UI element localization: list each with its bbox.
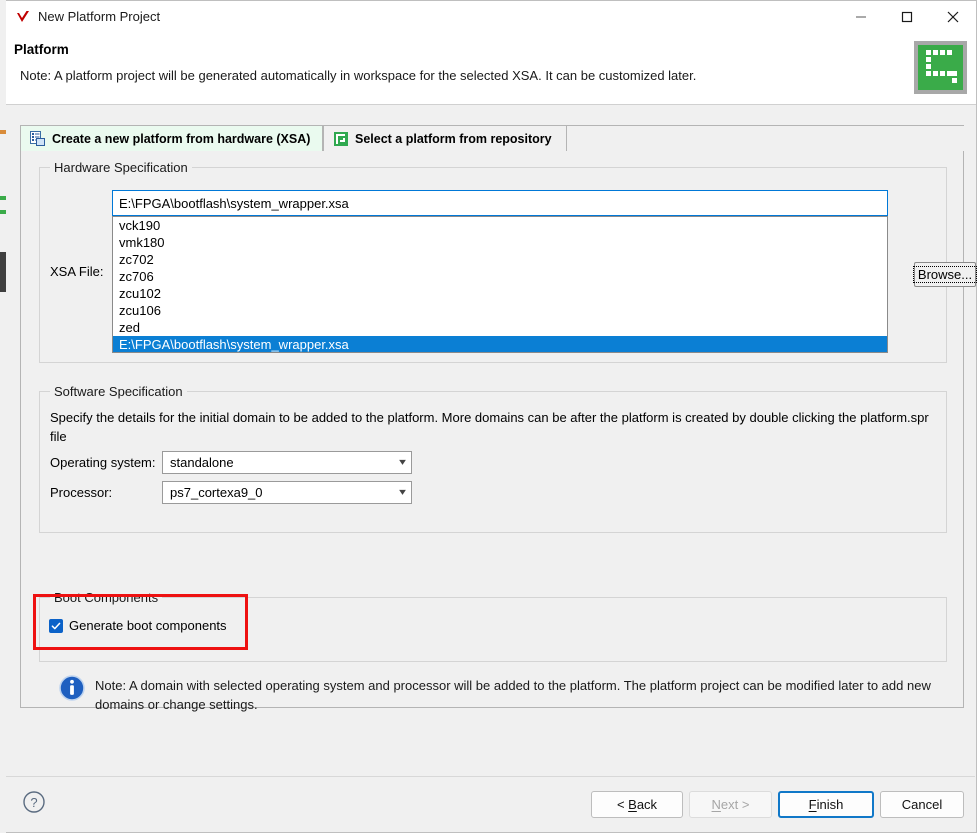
processor-label: Processor:	[50, 485, 113, 500]
operating-system-value: standalone	[170, 455, 234, 470]
list-item[interactable]: zed	[113, 319, 887, 336]
wizard-header: Platform Note: A platform project will b…	[6, 32, 976, 105]
finish-button[interactable]: Finish	[778, 791, 874, 818]
new-platform-project-dialog: New Platform Project Platform Note: A pl…	[6, 0, 977, 833]
hardware-specification-title: Hardware Specification	[50, 160, 192, 175]
software-specification-group: Software Specification Specify the detai…	[39, 384, 947, 533]
back-mnemonic: B	[628, 797, 637, 812]
back-button-label: < Back	[616, 797, 658, 812]
list-item[interactable]: vck190	[113, 217, 887, 234]
wizard-body: Hardware Specification XSA File: E:\FPGA…	[20, 151, 977, 712]
list-item[interactable]: zcu106	[113, 302, 887, 319]
list-item[interactable]: vmk180	[113, 234, 887, 251]
operating-system-select[interactable]: standalone ▾	[162, 451, 412, 474]
finish-button-label: Finish	[808, 797, 844, 812]
dialog-footer: ? < Back Next > Finish Cancel	[6, 776, 975, 832]
browse-button-label: Browse...	[912, 266, 977, 283]
tab-label: Create a new platform from hardware (XSA…	[52, 131, 311, 146]
page-title: Platform	[14, 42, 69, 57]
maximize-button[interactable]	[884, 1, 930, 32]
hardware-xsa-icon	[30, 130, 46, 147]
browse-button[interactable]: Browse...	[912, 262, 977, 287]
vitis-green-logo	[914, 41, 967, 94]
hardware-specification-group: Hardware Specification XSA File: E:\FPGA…	[39, 160, 977, 363]
next-button[interactable]: Next >	[689, 791, 772, 818]
back-button[interactable]: < Back	[591, 791, 683, 818]
operating-system-label: Operating system:	[50, 455, 156, 470]
processor-select[interactable]: ps7_cortexa9_0 ▾	[162, 481, 412, 504]
processor-value: ps7_cortexa9_0	[170, 485, 263, 500]
title-bar: New Platform Project	[6, 1, 976, 32]
xilinx-checkmark-icon	[14, 8, 32, 26]
boot-components-group: Boot Components Generate boot components	[39, 590, 947, 662]
xsa-file-label: XSA File:	[50, 264, 104, 279]
boot-components-title: Boot Components	[50, 590, 163, 605]
xsa-file-value: E:\FPGA\bootflash\system_wrapper.xsa	[119, 195, 349, 211]
svg-text:?: ?	[30, 795, 37, 810]
finish-mnemonic: F	[808, 797, 817, 812]
tab-select-from-repository[interactable]: Select a platform from repository	[323, 125, 567, 152]
xsa-file-dropdown-list[interactable]: vck190 vmk180 zc702 zc706 zcu102 zcu106 …	[112, 216, 888, 353]
chevron-down-icon: ▾	[399, 487, 406, 498]
cancel-button-label: Cancel	[901, 797, 943, 812]
help-question-icon[interactable]: ?	[22, 790, 46, 814]
checkbox-checked-icon	[49, 618, 63, 633]
page-description: Note: A platform project will be generat…	[20, 68, 697, 83]
window-title: New Platform Project	[38, 9, 161, 24]
tab-strip-filler	[566, 125, 964, 153]
software-specification-title: Software Specification	[50, 384, 187, 399]
tab-create-new-platform[interactable]: Create a new platform from hardware (XSA…	[20, 125, 323, 152]
list-item[interactable]: zcu102	[113, 285, 887, 302]
close-button[interactable]	[930, 1, 976, 32]
minimize-button[interactable]	[838, 1, 884, 32]
next-button-label: Next >	[711, 797, 750, 812]
generate-boot-components-checkbox[interactable]: Generate boot components	[49, 618, 227, 633]
chevron-down-icon: ▾	[399, 457, 406, 468]
domain-info-note-text: Note: A domain with selected operating s…	[95, 678, 931, 712]
repository-icon	[333, 131, 349, 147]
software-specification-description: Specify the details for the initial doma…	[50, 410, 929, 444]
list-item-selected[interactable]: E:\FPGA\bootflash\system_wrapper.xsa	[113, 336, 887, 352]
tab-label: Select a platform from repository	[355, 131, 552, 146]
window-controls	[838, 1, 976, 32]
list-item[interactable]: zc702	[113, 251, 887, 268]
generate-boot-components-label: Generate boot components	[69, 618, 227, 633]
xsa-file-input[interactable]: E:\FPGA\bootflash\system_wrapper.xsa	[112, 190, 888, 216]
domain-info-note: Note: A domain with selected operating s…	[59, 675, 959, 714]
cancel-button[interactable]: Cancel	[880, 791, 964, 818]
next-mnemonic: N	[711, 797, 721, 812]
info-icon	[59, 675, 85, 701]
tab-strip: Create a new platform from hardware (XSA…	[20, 125, 964, 153]
list-item[interactable]: zc706	[113, 268, 887, 285]
